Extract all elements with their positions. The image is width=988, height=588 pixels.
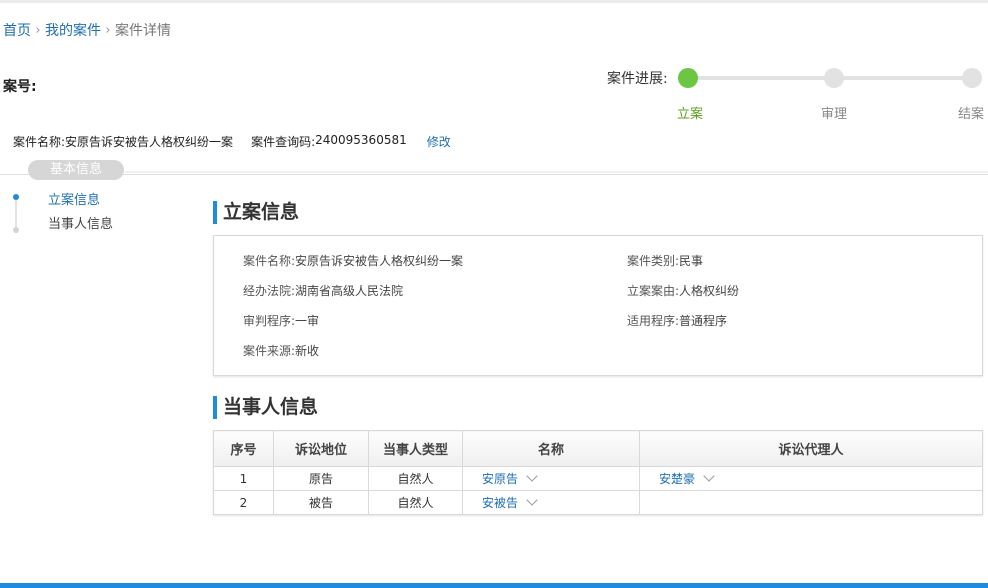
side-nav-dot-active xyxy=(13,194,19,200)
side-nav-item-filing[interactable]: 立案信息 xyxy=(48,189,100,208)
cell-type: 自然人 xyxy=(368,490,463,515)
query-code-label: 案件查询码: xyxy=(251,135,316,149)
progress-dot-closed xyxy=(962,68,982,88)
cell-agent xyxy=(639,490,983,515)
tab-divider-shadow xyxy=(125,171,988,173)
info-applicable-procedure: 适用程序:普通程序 xyxy=(627,314,728,328)
cell-role: 原告 xyxy=(273,466,369,491)
cell-name: 安原告 xyxy=(462,466,640,491)
progress-step-filing: 立案 xyxy=(677,107,704,122)
case-name-label: 案件名称: xyxy=(13,135,66,149)
top-border xyxy=(0,0,988,3)
cell-agent: 安楚豪 xyxy=(639,466,983,491)
case-summary-line: 案件名称: 安原告诉安被告人格权纠纷一案 案件查询码: 240095360581… xyxy=(13,133,451,150)
agent-name-link[interactable]: 安楚豪 xyxy=(659,472,695,486)
col-header-role: 诉讼地位 xyxy=(273,430,369,467)
side-nav-dot xyxy=(13,227,19,233)
progress-dot-trial xyxy=(824,68,844,88)
info-case-type: 案件类别:民事 xyxy=(627,254,704,268)
col-header-agent: 诉讼代理人 xyxy=(639,430,983,467)
progress-label: 案件进展: xyxy=(607,71,668,87)
cell-name: 安被告 xyxy=(462,490,640,515)
party-name-link[interactable]: 安被告 xyxy=(482,496,518,510)
cell-no: 2 xyxy=(213,490,274,515)
info-case-source: 案件来源:新收 xyxy=(243,344,320,358)
col-header-type: 当事人类型 xyxy=(368,430,463,467)
parties-section-title: 当事人信息 xyxy=(213,396,318,419)
breadcrumb-home-link[interactable]: 首页 xyxy=(3,20,31,40)
table-row: 2 被告 自然人 安被告 xyxy=(213,490,983,515)
tab-basic-info[interactable]: 基本信息 xyxy=(28,160,124,180)
info-court: 经办法院:湖南省高级人民法院 xyxy=(243,284,404,298)
tab-divider xyxy=(0,174,988,175)
case-number-label: 案号: xyxy=(3,79,37,95)
cell-type: 自然人 xyxy=(368,466,463,491)
filing-section-title: 立案信息 xyxy=(213,201,299,224)
case-name-value: 安原告诉安被告人格权纠纷一案 xyxy=(65,135,234,149)
col-header-no: 序号 xyxy=(213,430,274,467)
party-name-link[interactable]: 安原告 xyxy=(482,472,518,486)
side-nav-item-parties[interactable]: 当事人信息 xyxy=(48,213,113,232)
edit-link[interactable]: 修改 xyxy=(427,133,451,150)
info-cause: 立案案由:人格权纠纷 xyxy=(627,284,740,298)
breadcrumb: 首页 › 我的案件 › 案件详情 xyxy=(3,20,171,40)
table-header-row: 序号 诉讼地位 当事人类型 名称 诉讼代理人 xyxy=(213,430,983,467)
breadcrumb-current: 案件详情 xyxy=(115,23,171,39)
info-case-name: 案件名称:安原告诉安被告人格权纠纷一案 xyxy=(243,254,464,268)
cell-no: 1 xyxy=(213,466,274,491)
chevron-down-icon[interactable] xyxy=(526,470,538,482)
cell-role: 被告 xyxy=(273,490,369,515)
filing-info-box: 案件名称:安原告诉安被告人格权纠纷一案 案件类别:民事 经办法院:湖南省高级人民… xyxy=(213,235,983,376)
progress-step-closed: 结案 xyxy=(958,107,985,122)
chevron-down-icon[interactable] xyxy=(703,470,715,482)
chevron-right-icon: › xyxy=(35,22,41,38)
col-header-name: 名称 xyxy=(462,430,640,467)
bottom-accent-bar xyxy=(0,583,988,588)
chevron-right-icon: › xyxy=(105,22,111,38)
query-code-value: 240095360581 xyxy=(315,133,407,147)
breadcrumb-my-cases-link[interactable]: 我的案件 xyxy=(45,20,101,40)
info-trial-procedure: 审判程序:一审 xyxy=(243,314,320,328)
parties-table: 序号 诉讼地位 当事人类型 名称 诉讼代理人 1 原告 自然人 安原告 安楚豪 … xyxy=(213,430,983,515)
chevron-down-icon[interactable] xyxy=(526,494,538,506)
progress-step-trial: 审理 xyxy=(821,107,848,122)
progress-dot-filing xyxy=(678,68,698,88)
table-row: 1 原告 自然人 安原告 安楚豪 xyxy=(213,466,983,491)
